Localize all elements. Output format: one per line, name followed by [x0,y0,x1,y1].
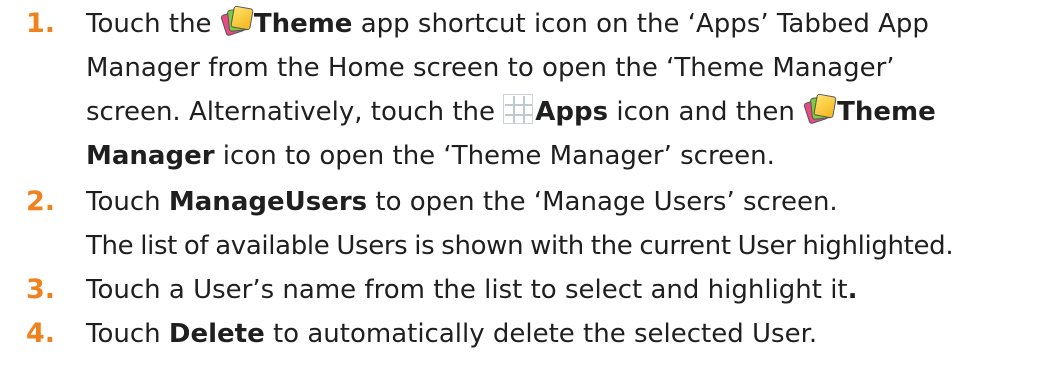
theme-manager-label-part1: Theme [837,97,936,127]
step-text: Touch [86,319,169,349]
step-3-line-1: Touch a User’s name from the list to sel… [86,268,1046,312]
step-3: 3. Touch a User’s name from the list to … [26,268,1046,312]
manage-users-label: ManageUsers [168,187,368,217]
step-text: icon to open the ‘Theme Manager’ screen. [214,141,775,171]
step-1-line-4: Manager icon to open the ‘Theme Manager’… [86,134,1046,178]
step-text: app shortcut icon on the ‘Apps’ Tabbed A… [352,9,929,39]
step-1-line-1: Touch the Theme app shortcut icon on the… [86,2,1046,46]
instruction-steps: 1. Touch the Theme app shortcut icon on … [0,0,1054,371]
step-number: 2. [26,186,56,217]
step-1: 1. Touch the Theme app shortcut icon on … [26,2,1046,178]
step-text: to open the ‘Manage Users’ screen. [367,187,838,217]
step-2-line-2: The list of available Users is shown wit… [86,231,954,261]
theme-manager-icon [803,92,837,125]
delete-label: Delete [168,319,265,349]
step-number: 1. [26,8,56,39]
apps-grid-icon [503,94,534,124]
step-text: screen. Alternatively, touch the [86,97,504,127]
step-2: 2. Touch ManageUsers to open the ‘Manage… [26,180,1046,268]
step-text: Touch [86,187,169,217]
step-4-line-1: Touch Delete to automatically delete the… [86,312,1046,356]
step-1-line-3: screen. Alternatively, touch the Apps ic… [86,90,1046,134]
theme-manager-label-part2: Manager [86,141,215,171]
step-number: 3. [26,274,56,305]
step-4: 4. Touch Delete to automatically delete … [26,312,1046,356]
step-number: 4. [26,318,56,349]
theme-icon [219,4,254,37]
step-text: icon and then [608,97,804,127]
step-text: Touch a User’s name from the list to sel… [86,275,848,305]
step-text: to automatically delete the selected Use… [264,319,818,349]
apps-label: Apps [535,97,609,127]
step-1-line-2: Manager from the Home screen to open the… [86,53,895,83]
step-2-line-1: Touch ManageUsers to open the ‘Manage Us… [86,180,1046,224]
step-text: Touch the [86,9,220,39]
step-text: . [847,275,858,305]
theme-label: Theme [253,9,353,39]
